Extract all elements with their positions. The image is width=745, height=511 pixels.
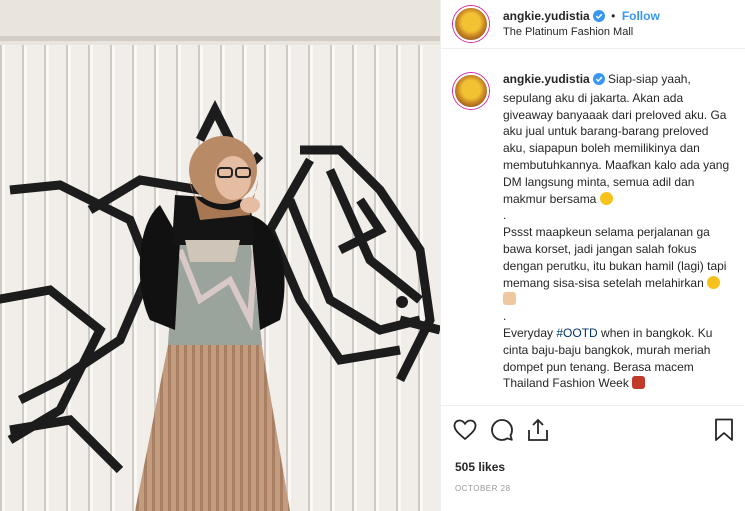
verified-badge-icon bbox=[592, 10, 605, 25]
likes-count[interactable]: 505 likes bbox=[455, 460, 744, 474]
bookmark-icon[interactable] bbox=[714, 418, 734, 447]
post-side-panel: angkie.yudistia • Follow The Platinum Fa… bbox=[440, 0, 745, 511]
caption-paragraph-2: Pssst maapkeun selama perjalanan ga bawa… bbox=[503, 225, 727, 290]
caption-paragraph-1: Siap-siap yaah, sepulang aku di jakarta.… bbox=[503, 72, 730, 206]
kiss-emoji-icon bbox=[599, 191, 613, 205]
caption-username[interactable]: angkie.yudistia bbox=[503, 72, 590, 86]
verified-badge-icon bbox=[592, 73, 605, 90]
header-username[interactable]: angkie.yudistia bbox=[503, 9, 590, 23]
heart-icon[interactable] bbox=[453, 419, 477, 446]
caption-avatar[interactable] bbox=[453, 73, 489, 109]
post-actions: 505 likes OCTOBER 28 bbox=[441, 405, 744, 493]
comments-area[interactable]: angkie.yudistia Siap-siap yaah, sepulang… bbox=[441, 49, 744, 404]
follow-button[interactable]: Follow bbox=[622, 9, 660, 23]
post-photo[interactable] bbox=[0, 0, 440, 511]
post-photo-image bbox=[0, 0, 440, 511]
post-header: angkie.yudistia • Follow The Platinum Fa… bbox=[441, 0, 745, 49]
dancer-emoji-icon bbox=[632, 376, 646, 390]
caption-paragraph-3-start: Everyday bbox=[503, 325, 557, 340]
caption-dot-2: . bbox=[503, 309, 507, 324]
sweat-smile-emoji-icon bbox=[707, 275, 721, 289]
caption-text: angkie.yudistia Siap-siap yaah, sepulang… bbox=[503, 71, 732, 392]
avatar[interactable] bbox=[453, 6, 489, 42]
comment-icon[interactable] bbox=[490, 418, 514, 447]
hashtag-link[interactable]: #OOTD bbox=[556, 326, 597, 340]
share-icon[interactable] bbox=[527, 418, 549, 447]
separator-dot: • bbox=[611, 9, 616, 23]
post-date[interactable]: OCTOBER 28 bbox=[455, 484, 744, 493]
ok-hand-emoji-icon bbox=[503, 292, 516, 306]
caption-dot-1: . bbox=[503, 208, 507, 223]
instagram-post: angkie.yudistia • Follow The Platinum Fa… bbox=[0, 0, 745, 511]
action-icons bbox=[441, 406, 744, 448]
caption: angkie.yudistia Siap-siap yaah, sepulang… bbox=[441, 49, 744, 392]
location-link[interactable]: The Platinum Fashion Mall bbox=[503, 25, 660, 40]
header-text: angkie.yudistia • Follow The Platinum Fa… bbox=[503, 8, 660, 40]
